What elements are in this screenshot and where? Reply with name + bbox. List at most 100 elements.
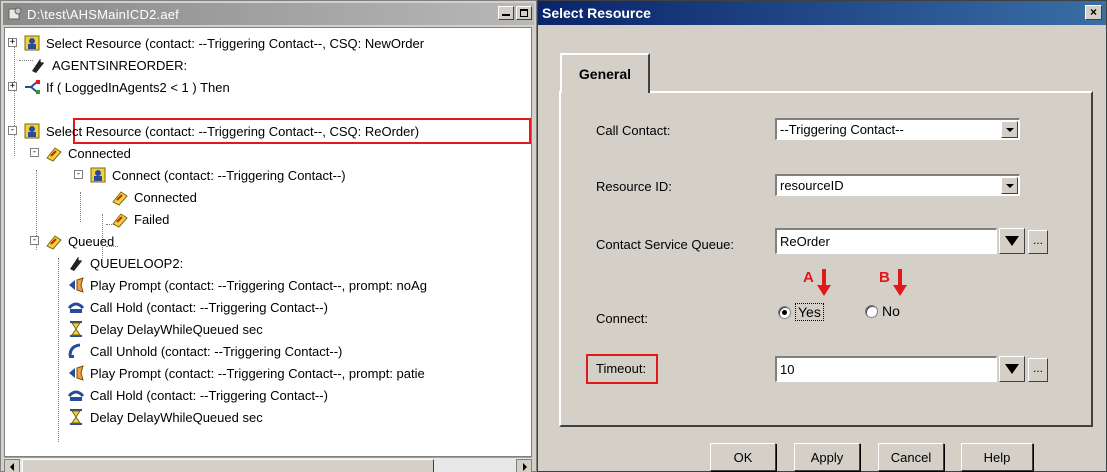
tree-item[interactable]: Delay DelayWhileQueued sec — [67, 318, 265, 340]
csq-label: Contact Service Queue: — [596, 237, 735, 252]
expand-icon[interactable]: + — [8, 82, 17, 91]
tree-item-label: Call Hold (contact: --Triggering Contact… — [90, 387, 328, 403]
call-unhold-icon — [67, 342, 85, 360]
horizontal-scrollbar[interactable] — [4, 457, 532, 472]
tree-item-label: Connected — [134, 189, 197, 205]
close-button[interactable]: × — [1085, 5, 1102, 20]
marker-a-label: A — [803, 269, 814, 286]
timeout-value: 10 — [780, 362, 795, 377]
connect-label: Connect: — [596, 311, 649, 326]
connect-yes-radio[interactable]: Yes — [778, 303, 824, 321]
annotation-marker-a: A — [803, 269, 831, 297]
resource-id-label: Resource ID: — [596, 179, 672, 194]
timeout-browse-button[interactable]: ... — [1028, 358, 1048, 382]
radio-unchecked-icon — [865, 304, 878, 318]
call-contact-select[interactable]: --Triggering Contact-- — [775, 118, 1020, 140]
connect-icon — [89, 166, 107, 184]
tree-item-label: Select Resource (contact: --Triggering C… — [46, 35, 425, 51]
tree-item-label: If ( LoggedInAgents2 < 1 ) Then — [46, 79, 230, 95]
timeout-dropdown-icon[interactable] — [999, 356, 1025, 382]
dialog-title: Select Resource — [542, 5, 651, 21]
tree-connector — [14, 38, 15, 156]
tree-item-label: Delay DelayWhileQueued sec — [90, 409, 263, 425]
help-button[interactable]: Help — [961, 443, 1033, 471]
collapse-icon[interactable]: - — [8, 126, 17, 135]
tree-item[interactable]: Connected — [111, 186, 199, 208]
connect-no-radio[interactable]: No — [865, 303, 900, 319]
tree-item[interactable]: Call Hold (contact: --Triggering Contact… — [67, 384, 330, 406]
editor-title: D:\test\AHSMainICD2.aef — [27, 6, 179, 22]
tree-item-label: Play Prompt (contact: --Triggering Conta… — [90, 277, 427, 293]
scroll-left-icon[interactable] — [4, 459, 20, 472]
csq-input[interactable]: ReOrder — [775, 228, 997, 254]
tree-connector — [58, 258, 59, 442]
tree-item-label: Play Prompt (contact: --Triggering Conta… — [90, 365, 425, 381]
hourglass-icon — [67, 320, 85, 338]
minimize-button[interactable] — [498, 6, 514, 20]
tree-item-label: Connected — [68, 145, 131, 161]
expand-icon[interactable]: + — [8, 38, 17, 47]
call-hold-icon — [67, 298, 85, 316]
tree-item[interactable]: Connected — [45, 142, 133, 164]
branch-icon — [45, 144, 63, 162]
radio-checked-icon — [778, 305, 791, 319]
scroll-right-icon[interactable] — [516, 459, 532, 472]
tree-item-label: Call Hold (contact: --Triggering Contact… — [90, 299, 328, 315]
tree-item[interactable]: Call Hold (contact: --Triggering Contact… — [67, 296, 330, 318]
if-icon — [23, 78, 41, 96]
csq-dropdown-icon[interactable] — [999, 228, 1025, 254]
select-resource-icon — [23, 34, 41, 52]
branch-icon — [111, 188, 129, 206]
tree-item[interactable]: Failed — [111, 208, 171, 230]
annotation-marker-b: B — [879, 269, 907, 297]
collapse-icon[interactable]: - — [30, 148, 39, 157]
play-prompt-icon — [67, 276, 85, 294]
tree-item-label: Failed — [134, 211, 170, 227]
tree-item-label: Queued — [68, 233, 115, 249]
call-contact-value: --Triggering Contact-- — [780, 122, 904, 137]
tree-item[interactable]: Select Resource (contact: --Triggering C… — [23, 120, 421, 142]
tree-item[interactable]: Delay DelayWhileQueued sec — [67, 406, 265, 428]
maximize-button[interactable] — [516, 6, 532, 20]
editor-titlebar[interactable]: D:\test\AHSMainICD2.aef — [3, 3, 534, 25]
tree-item[interactable]: Connect (contact: --Triggering Contact--… — [89, 164, 348, 186]
connect-yes-label: Yes — [795, 303, 824, 321]
script-file-icon — [7, 6, 23, 22]
tree-item[interactable]: Play Prompt (contact: --Triggering Conta… — [67, 274, 429, 296]
red-arrow-down-icon — [816, 269, 831, 296]
collapse-icon[interactable]: - — [30, 236, 39, 245]
scroll-thumb[interactable] — [22, 459, 434, 472]
script-tree[interactable]: Select Resource (contact: --Triggering C… — [4, 27, 532, 457]
branch-icon — [45, 232, 63, 250]
branch-icon — [111, 210, 129, 228]
tree-item[interactable]: Select Resource (contact: --Triggering C… — [23, 32, 426, 54]
csq-browse-button[interactable]: ... — [1028, 230, 1048, 254]
label-icon — [29, 56, 47, 74]
tree-item[interactable]: QUEUELOOP2: — [67, 252, 185, 274]
tree-item[interactable]: AGENTSINREORDER: — [29, 54, 189, 76]
marker-b-label: B — [879, 269, 890, 286]
tree-item-label: Call Unhold (contact: --Triggering Conta… — [90, 343, 343, 359]
chevron-down-icon[interactable] — [1001, 177, 1018, 194]
tree-item-label: Delay DelayWhileQueued sec — [90, 321, 263, 337]
resource-id-select[interactable]: resourceID — [775, 174, 1020, 196]
tab-general[interactable]: General — [560, 53, 650, 93]
tree-item[interactable]: Queued — [45, 230, 116, 252]
play-prompt-icon — [67, 364, 85, 382]
select-resource-dialog: Select Resource × General Call Contact: … — [537, 0, 1107, 472]
csq-value: ReOrder — [780, 234, 830, 249]
script-editor-window: D:\test\AHSMainICD2.aef Select Resource … — [0, 0, 537, 472]
timeout-input[interactable]: 10 — [775, 356, 997, 382]
chevron-down-icon[interactable] — [1001, 121, 1018, 138]
tree-item[interactable]: Play Prompt (contact: --Triggering Conta… — [67, 362, 427, 384]
cancel-button[interactable]: Cancel — [878, 443, 944, 471]
tree-item-label: Connect (contact: --Triggering Contact--… — [112, 167, 346, 183]
tree-item-label: AGENTSINREORDER: — [52, 57, 188, 73]
ok-button[interactable]: OK — [710, 443, 776, 471]
tree-item[interactable]: If ( LoggedInAgents2 < 1 ) Then — [23, 76, 232, 98]
dialog-titlebar[interactable]: Select Resource × — [538, 1, 1106, 25]
call-hold-icon — [67, 386, 85, 404]
collapse-icon[interactable]: - — [74, 170, 83, 179]
apply-button[interactable]: Apply — [794, 443, 860, 471]
tree-item[interactable]: Call Unhold (contact: --Triggering Conta… — [67, 340, 344, 362]
